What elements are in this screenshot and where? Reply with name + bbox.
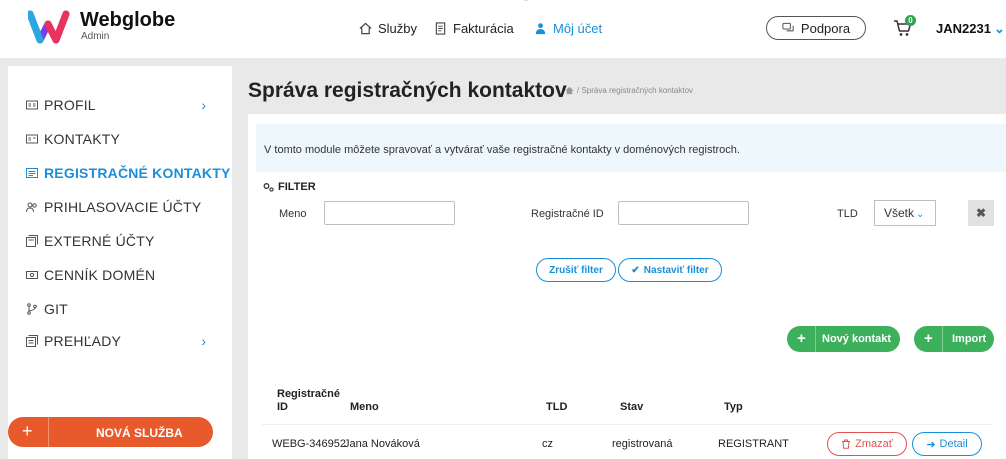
table-divider (262, 424, 992, 425)
tld-filter-label: TLD (837, 208, 858, 220)
check-icon: ✔ (631, 264, 640, 276)
cart-count-badge: 0 (905, 15, 916, 26)
login-accounts-icon (26, 202, 37, 213)
sidebar-item-label: PREHĽADY (44, 333, 122, 349)
sidebar-item-git[interactable]: GIT (26, 301, 68, 317)
cancel-filter-button[interactable]: Zrušiť filter (536, 258, 616, 282)
plus-icon: + (924, 330, 933, 347)
tld-select-value: Všetk (884, 206, 915, 220)
delete-button[interactable]: Zmazať (827, 432, 907, 456)
brand-subtitle: Admin (81, 31, 110, 42)
reports-icon (26, 335, 38, 347)
chevron-right-icon[interactable]: › (201, 97, 206, 113)
column-header-tld[interactable]: TLD (546, 401, 567, 414)
support-button[interactable]: Podpora (766, 16, 866, 40)
sidebar: PROFIL › KONTAKTY REGISTRAČNÉ KONTAKTY P… (8, 66, 232, 459)
cell-regid: WEBG-346952 (272, 438, 346, 450)
sidebar-item-label: CENNÍK DOMÉN (44, 267, 156, 283)
clear-filter-icon[interactable]: ✖ (968, 200, 994, 226)
import-button[interactable]: + Import (914, 326, 994, 352)
user-menu[interactable]: JAN2231 ⌄ (936, 21, 1005, 37)
cogs-icon (263, 183, 274, 192)
nav-my-account-label: Môj účet (553, 21, 603, 36)
new-contact-button[interactable]: + Nový kontakt (787, 326, 900, 352)
filter-heading-label: FILTER (278, 181, 316, 193)
button-divider (48, 417, 49, 447)
regid-filter-label: Registračné ID (531, 208, 604, 220)
contact-card-icon (26, 134, 38, 144)
button-divider (815, 326, 816, 352)
nav-billing[interactable]: Fakturácia (434, 21, 514, 36)
git-icon (27, 303, 37, 315)
column-header-status[interactable]: Stav (620, 401, 643, 414)
nav-my-account[interactable]: Môj účet (534, 21, 602, 36)
sidebar-item-contacts[interactable]: KONTAKTY (26, 131, 120, 147)
sidebar-item-label: PRIHLASOVACIE ÚČTY (44, 199, 202, 215)
arrow-right-icon: ➜ (926, 438, 936, 451)
cancel-filter-label: Zrušiť filter (549, 264, 603, 276)
sidebar-item-label: REGISTRAČNÉ KONTAKTY (44, 165, 231, 181)
external-accounts-icon (26, 235, 38, 247)
nav-services[interactable]: Služby (359, 21, 417, 36)
delete-label: Zmazať (855, 438, 893, 450)
user-icon (535, 23, 546, 35)
sidebar-item-login-accounts[interactable]: PRIHLASOVACIE ÚČTY (26, 199, 201, 215)
pricelist-icon (26, 271, 38, 279)
detail-label: Detail (939, 438, 968, 450)
cell-type: REGISTRANT (718, 438, 789, 450)
cell-tld: cz (542, 438, 553, 450)
import-label: Import (952, 333, 987, 345)
tld-select[interactable]: Všetk ⌄ (874, 200, 936, 226)
brand-name[interactable]: Webglobe (80, 9, 175, 32)
plus-icon: + (797, 330, 806, 347)
chevron-right-icon[interactable]: › (201, 333, 206, 349)
detail-button[interactable]: ➜ Detail (912, 432, 982, 456)
nav-billing-label: Fakturácia (453, 21, 514, 36)
webglobe-logo-icon[interactable] (28, 10, 76, 44)
info-banner: V tomto module môžete spravovať a vytvár… (256, 124, 1006, 172)
user-label: JAN2231 (936, 21, 991, 36)
sidebar-item-profile[interactable]: PROFIL (26, 97, 96, 113)
new-service-label: NOVÁ SLUŽBA (96, 426, 183, 440)
sidebar-item-external-accounts[interactable]: EXTERNÉ ÚČTY (26, 233, 155, 249)
page-title: Správa registračných kontaktov (248, 79, 567, 102)
sidebar-item-label: GIT (44, 301, 68, 317)
name-filter-label: Meno (279, 208, 307, 220)
column-header-type[interactable]: Typ (724, 401, 743, 414)
chevron-down-icon: ⌄ (993, 21, 1005, 36)
nav-services-label: Služby (378, 21, 418, 36)
cell-status: registrovaná (612, 438, 673, 450)
trash-icon (842, 439, 851, 449)
column-header-name[interactable]: Meno (350, 401, 379, 414)
invoice-icon (435, 22, 446, 35)
regid-filter-input[interactable] (618, 201, 749, 225)
chevron-down-icon: ⌄ (916, 209, 925, 220)
apply-filter-label: Nastaviť filter (643, 264, 709, 276)
home-icon (359, 22, 372, 35)
cell-name: Jana Nováková (344, 438, 420, 450)
id-card-icon (26, 100, 38, 110)
sidebar-item-label: EXTERNÉ ÚČTY (44, 233, 155, 249)
breadcrumb-current: / Správa registračných kontaktov (577, 86, 694, 95)
new-service-button[interactable]: + NOVÁ SLUŽBA (8, 417, 213, 447)
decorative-sliver (523, 0, 529, 1)
new-contact-label: Nový kontakt (822, 333, 892, 345)
button-divider (942, 326, 943, 352)
support-label: Podpora (800, 20, 851, 36)
registry-card-icon (26, 168, 38, 178)
sidebar-item-domain-pricelist[interactable]: CENNÍK DOMÉN (26, 267, 155, 283)
chat-icon (782, 22, 794, 31)
plus-icon: + (22, 421, 33, 441)
sidebar-item-reports[interactable]: PREHĽADY (26, 333, 121, 349)
apply-filter-button[interactable]: ✔ Nastaviť filter (618, 258, 722, 282)
breadcrumb: / Správa registračných kontaktov (565, 86, 693, 95)
name-filter-input[interactable] (324, 201, 455, 225)
sidebar-item-label: KONTAKTY (44, 131, 121, 147)
filter-heading: FILTER (263, 181, 316, 193)
column-header-regid[interactable]: Registračné ID (277, 388, 340, 414)
sidebar-item-label: PROFIL (44, 97, 96, 113)
home-icon[interactable] (565, 86, 574, 95)
top-bar: Webglobe Admin Služby Fakturácia Môj úče… (0, 0, 1006, 54)
sidebar-item-registry-contacts[interactable]: REGISTRAČNÉ KONTAKTY (26, 165, 231, 181)
